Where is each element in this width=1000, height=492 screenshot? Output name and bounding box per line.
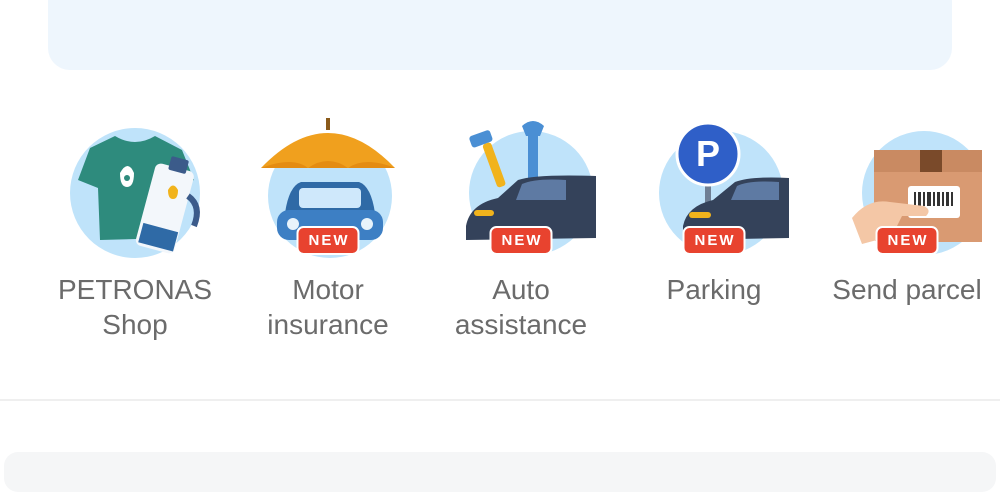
service-petronas-shop[interactable]: PETRONAS Shop xyxy=(40,110,230,350)
next-section-card xyxy=(4,452,996,492)
service-label: Auto assistance xyxy=(454,274,588,340)
service-label: Motor insurance xyxy=(267,274,389,340)
new-badge: NEW xyxy=(296,226,360,255)
service-label: Parking xyxy=(666,274,762,305)
service-motor-insurance[interactable]: NEW Motor insurance xyxy=(233,110,423,350)
service-parking[interactable]: P NEW Parking xyxy=(619,110,809,350)
new-badge: NEW xyxy=(489,226,553,255)
new-badge: NEW xyxy=(875,226,939,255)
service-label: Send parcel xyxy=(832,274,982,305)
service-auto-assistance[interactable]: NEW Auto assistance xyxy=(426,110,616,350)
section-divider xyxy=(0,399,1000,401)
new-badge: NEW xyxy=(682,226,746,255)
services-row: PETRONAS Shop NEW Motor insurance NEW Au… xyxy=(0,110,1000,350)
promo-banner[interactable] xyxy=(48,0,952,70)
service-label: PETRONAS Shop xyxy=(57,274,213,340)
service-send-parcel[interactable]: NEW Send parcel xyxy=(812,110,1000,350)
shirt-oil-icon xyxy=(60,118,210,258)
svg-text:P: P xyxy=(696,133,720,174)
